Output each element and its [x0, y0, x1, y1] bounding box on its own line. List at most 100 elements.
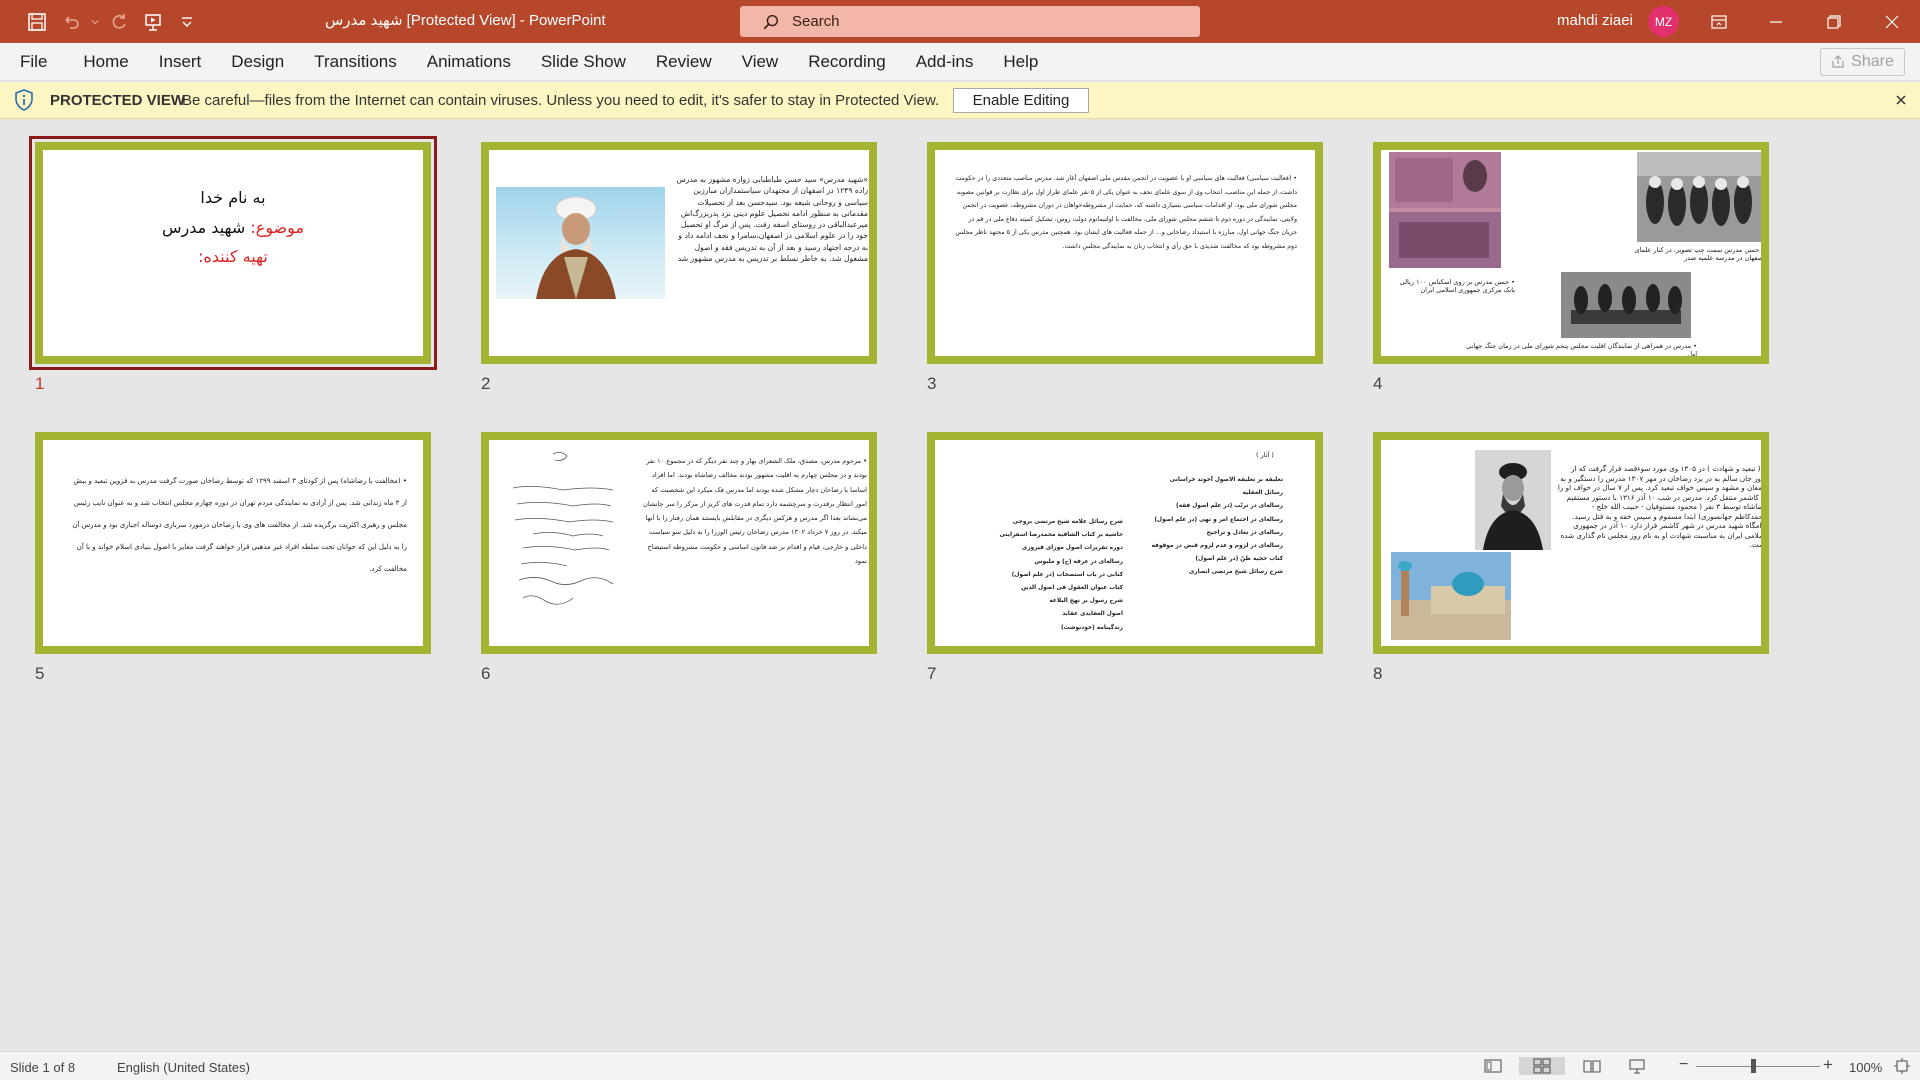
- list-item: حاشیه بر کتاب الشافیه محمدرضا اسفراینی: [999, 532, 1123, 539]
- normal-view-icon[interactable]: [1482, 1057, 1504, 1075]
- customize-toolbar-icon[interactable]: [170, 8, 204, 36]
- tab-animations[interactable]: Animations: [412, 52, 526, 72]
- slide-number-4: 4: [1373, 374, 1383, 393]
- slide-number-6: 6: [481, 664, 491, 683]
- list-item: رساله‌ای در اجتماع امر و نهی (در علم اصو…: [1154, 516, 1283, 523]
- list-item: شرح رسائل شیخ مرتضی انصاری: [1188, 569, 1283, 576]
- slide-7-works-right: تعلیقه بر تعلیقه الاصول آخوند خراسانی رس…: [1135, 474, 1283, 580]
- restore-icon[interactable]: [1811, 0, 1857, 43]
- slide-2[interactable]: «شهید مدرس» سید حسن طباطبایی زواره مشهور…: [481, 142, 877, 364]
- fit-to-window-icon[interactable]: [1893, 1057, 1911, 1075]
- list-item: زندگینامه (خودنوشت): [1061, 624, 1123, 631]
- portrait-image: [496, 187, 665, 299]
- redo-icon[interactable]: [102, 8, 136, 36]
- scholars-group-photo: [1637, 152, 1761, 242]
- tab-review[interactable]: Review: [641, 52, 727, 72]
- slide-sorter: به نام خدا موضوع: شهید مدرس تهیه کننده: …: [0, 120, 1920, 1050]
- avatar[interactable]: MZ: [1648, 6, 1679, 37]
- slide-8-text: • ( تبعید و شهادت ) در ۱۳۰۵ وی مورد سوءق…: [1557, 464, 1761, 549]
- slide-7-content: ( آثار ) تعلیقه بر تعلیقه الاصول آخوند خ…: [935, 440, 1315, 646]
- tab-view[interactable]: View: [727, 52, 794, 72]
- slide-5-text: • (مخالفت با رضاشاه) پس از کودتای ۳ اسفن…: [72, 477, 407, 573]
- slide-6-content: • مرحوم مدرس، مصدق، ملک الشعرای بهار و چ…: [489, 440, 869, 646]
- slide-number-2: 2: [481, 374, 491, 393]
- modarres-portrait-image: [1475, 450, 1551, 550]
- tab-insert[interactable]: Insert: [144, 52, 217, 72]
- list-item: رساله‌ای در تعادل و تراجیح: [1206, 529, 1283, 536]
- zoom-level[interactable]: 100%: [1849, 1060, 1882, 1075]
- slide-counter: Slide 1 of 8: [10, 1060, 76, 1075]
- slide-number-7: 7: [927, 664, 937, 683]
- search-box[interactable]: Search: [740, 6, 1200, 37]
- enable-editing-button[interactable]: Enable Editing: [953, 88, 1089, 113]
- slide-8-content: • ( تبعید و شهادت ) در ۱۳۰۵ وی مورد سوءق…: [1381, 440, 1761, 646]
- list-item: کتابی در باب استصحاب (در علم اصول): [1011, 571, 1123, 578]
- share-button[interactable]: Share: [1820, 48, 1905, 76]
- slide-4-caption-scholars: • حسن مدرس سمت چپ تصویر، در کنار علمای ا…: [1634, 246, 1761, 262]
- slide-1-author-label: تهیه کننده:: [198, 247, 268, 266]
- list-item: تعلیقه بر تعلیقه الاصول آخوند خراسانی: [1169, 477, 1283, 483]
- slide-4[interactable]: • حسن مدرس سمت چپ تصویر، در کنار علمای ا…: [1373, 142, 1769, 364]
- undo-dropdown-icon[interactable]: [88, 8, 102, 36]
- slide-3-text: • (فعالیت سیاسی) فعالیت های سیاسی او با …: [955, 175, 1297, 250]
- reading-view-icon[interactable]: [1581, 1057, 1603, 1075]
- quick-access-toolbar: [20, 8, 204, 36]
- search-placeholder: Search: [792, 13, 840, 30]
- slide-4-caption-parliament: • مدرس در همراهی از نمایندگان اقلیت مجلس…: [1466, 342, 1697, 356]
- slide-number-5: 5: [35, 664, 45, 683]
- tab-slide-show[interactable]: Slide Show: [526, 52, 641, 72]
- tab-home[interactable]: Home: [68, 52, 143, 72]
- slide-1-subject: موضوع: شهید مدرس: [43, 218, 423, 237]
- list-item: رسائل العقلیه: [1242, 490, 1283, 497]
- slide-1-subject-label: موضوع:: [250, 218, 305, 237]
- slide-3-content: • (فعالیت سیاسی) فعالیت های سیاسی او با …: [935, 150, 1315, 356]
- slide-6[interactable]: • مرحوم مدرس، مصدق، ملک الشعرای بهار و چ…: [481, 432, 877, 654]
- share-label: Share: [1851, 53, 1894, 70]
- slide-5[interactable]: • (مخالفت با رضاشاه) پس از کودتای ۳ اسفن…: [35, 432, 431, 654]
- zoom-out-button[interactable]: −: [1679, 1056, 1688, 1074]
- slide-7[interactable]: ( آثار ) تعلیقه بر تعلیقه الاصول آخوند خ…: [927, 432, 1323, 654]
- protected-view-title: PROTECTED VIEW: [50, 92, 186, 109]
- mausoleum-image: [1391, 552, 1511, 640]
- close-icon[interactable]: [1893, 92, 1909, 108]
- slide-4-caption-banknote: • حسن مدرس بر روی اسکناس ۱۰۰ ریالی بانک …: [1399, 278, 1515, 294]
- start-from-beginning-icon[interactable]: [136, 8, 170, 36]
- search-icon: [763, 14, 779, 29]
- user-name[interactable]: mahdi ziaei: [1557, 12, 1633, 29]
- tab-transitions[interactable]: Transitions: [299, 52, 412, 72]
- tab-design[interactable]: Design: [216, 52, 299, 72]
- slide-1[interactable]: به نام خدا موضوع: شهید مدرس تهیه کننده:: [29, 136, 437, 370]
- zoom-in-button[interactable]: +: [1823, 1055, 1833, 1075]
- tab-file[interactable]: File: [20, 52, 62, 72]
- share-icon: [1832, 55, 1844, 68]
- zoom-slider[interactable]: [1696, 1066, 1820, 1067]
- close-icon[interactable]: [1869, 0, 1915, 43]
- tab-recording[interactable]: Recording: [793, 52, 901, 72]
- save-icon[interactable]: [20, 8, 54, 36]
- minimize-icon[interactable]: [1753, 0, 1799, 43]
- ribbon-display-options-icon[interactable]: [1696, 0, 1742, 43]
- slide-3[interactable]: • (فعالیت سیاسی) فعالیت های سیاسی او با …: [927, 142, 1323, 364]
- slide-1-greeting: به نام خدا: [200, 188, 266, 207]
- tab-help[interactable]: Help: [988, 52, 1053, 72]
- list-item: رساله‌ای در عرفه (ح) و ملبوس: [1034, 558, 1123, 565]
- language-indicator[interactable]: English (United States): [117, 1060, 250, 1075]
- list-item: اصول العقایدی عقاید: [1062, 611, 1123, 618]
- title-bar: شهید مدرس [Protected View] - PowerPoint …: [0, 0, 1920, 43]
- handwritten-document-image: [503, 448, 623, 618]
- slide-7-works-left: شرح رسائل علامه شیخ مرتضی بروجی حاشیه بر…: [975, 516, 1123, 635]
- slide-1-subject-value: شهید مدرس: [161, 218, 251, 237]
- tab-add-ins[interactable]: Add-ins: [901, 52, 989, 72]
- slide-4-content: • حسن مدرس سمت چپ تصویر، در کنار علمای ا…: [1381, 150, 1761, 356]
- slide-number-3: 3: [927, 374, 937, 393]
- zoom-slider-thumb[interactable]: [1751, 1059, 1756, 1073]
- slide-5-content: • (مخالفت با رضاشاه) پس از کودتای ۳ اسفن…: [43, 440, 423, 646]
- banknote-image: [1389, 152, 1501, 268]
- slide-number-8: 8: [1373, 664, 1383, 683]
- slide-8[interactable]: • ( تبعید و شهادت ) در ۱۳۰۵ وی مورد سوءق…: [1373, 432, 1769, 654]
- shield-info-icon: [15, 89, 33, 111]
- slide-number-1: 1: [35, 374, 45, 393]
- undo-icon[interactable]: [54, 8, 88, 36]
- slide-show-view-icon[interactable]: [1626, 1057, 1648, 1075]
- slide-sorter-view-icon[interactable]: [1519, 1057, 1565, 1075]
